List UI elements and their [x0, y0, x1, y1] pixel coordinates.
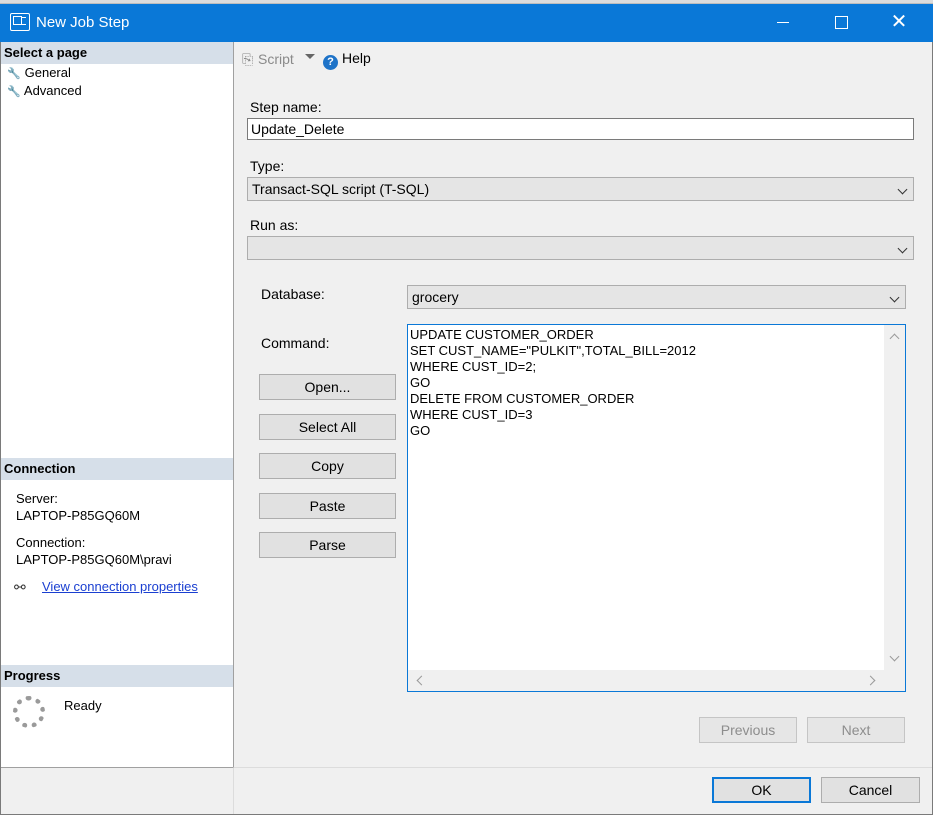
type-value: Transact-SQL script (T-SQL)	[252, 181, 430, 197]
page-item-general[interactable]: 🔧 General	[7, 65, 71, 83]
vertical-scrollbar[interactable]	[884, 325, 905, 670]
script-label: Script	[258, 51, 294, 67]
paste-button[interactable]: Paste	[259, 493, 396, 519]
scroll-right-icon[interactable]	[865, 675, 876, 686]
page-item-label: Advanced	[23, 83, 82, 98]
connection-properties-icon: ⚯	[14, 579, 26, 595]
job-step-icon	[10, 13, 30, 31]
help-button[interactable]: ? Help	[323, 50, 371, 70]
parse-button[interactable]: Parse	[259, 532, 396, 558]
connection-header: Connection	[1, 458, 233, 480]
run-as-label: Run as:	[250, 217, 299, 233]
copy-button[interactable]: Copy	[259, 453, 396, 479]
progress-status: Ready	[64, 698, 102, 713]
server-label: Server:	[16, 491, 58, 506]
server-value: LAPTOP-P85GQ60M	[16, 508, 141, 523]
page-item-advanced[interactable]: 🔧 Advanced	[7, 83, 82, 101]
left-footer	[1, 767, 234, 814]
progress-spinner-icon	[13, 696, 45, 728]
scroll-left-icon[interactable]	[416, 675, 427, 686]
database-select[interactable]: grocery	[407, 285, 906, 309]
wrench-icon: 🔧	[7, 86, 21, 98]
ok-button[interactable]: OK	[712, 777, 811, 803]
type-label: Type:	[250, 158, 285, 174]
script-dropdown-icon[interactable]	[305, 54, 315, 59]
title-bar[interactable]: New Job Step ✕	[0, 4, 933, 42]
wrench-icon: 🔧	[7, 68, 21, 80]
left-panel: Select a page 🔧 General 🔧 Advanced Conne…	[1, 42, 234, 767]
open-button[interactable]: Open...	[259, 374, 396, 400]
run-as-select[interactable]	[247, 236, 914, 260]
minimize-button[interactable]	[754, 4, 812, 42]
next-button[interactable]: Next	[807, 717, 905, 743]
help-label: Help	[342, 50, 371, 66]
scroll-up-icon[interactable]	[889, 333, 900, 344]
page-item-label: General	[24, 65, 71, 80]
command-editor[interactable]: UPDATE CUSTOMER_ORDER SET CUST_NAME="PUL…	[407, 324, 906, 692]
scroll-down-icon[interactable]	[889, 651, 900, 662]
toolbar: ⎘ Script ? Help	[234, 42, 932, 75]
previous-button[interactable]: Previous	[699, 717, 797, 743]
help-icon: ?	[323, 55, 338, 70]
progress-header: Progress	[1, 665, 233, 687]
connection-value: LAPTOP-P85GQ60M\pravi	[16, 552, 172, 567]
close-button[interactable]: ✕	[870, 4, 928, 42]
view-connection-properties-link[interactable]: View connection properties	[42, 579, 198, 594]
chevron-down-icon	[897, 184, 908, 195]
database-label: Database:	[261, 286, 325, 302]
script-button[interactable]: ⎘ Script	[242, 51, 294, 68]
connection-label: Connection:	[16, 535, 86, 550]
command-text[interactable]: UPDATE CUSTOMER_ORDER SET CUST_NAME="PUL…	[410, 327, 884, 667]
cancel-button[interactable]: Cancel	[821, 777, 920, 803]
select-all-button[interactable]: Select All	[259, 414, 396, 440]
dialog-footer: OK Cancel	[234, 767, 932, 814]
database-value: grocery	[412, 289, 459, 305]
window-title: New Job Step	[36, 14, 130, 31]
step-name-input[interactable]: Update_Delete	[247, 118, 914, 140]
type-select[interactable]: Transact-SQL script (T-SQL)	[247, 177, 914, 201]
maximize-button[interactable]	[812, 4, 870, 42]
chevron-down-icon	[897, 243, 908, 254]
chevron-down-icon	[889, 292, 900, 303]
main-panel: ⎘ Script ? Help Step name: Update_Delete T…	[234, 42, 932, 767]
select-page-header: Select a page	[1, 42, 233, 64]
horizontal-scrollbar[interactable]	[408, 670, 905, 691]
script-icon: ⎘	[242, 51, 254, 67]
step-name-label: Step name:	[250, 99, 322, 115]
command-label: Command:	[261, 335, 330, 351]
